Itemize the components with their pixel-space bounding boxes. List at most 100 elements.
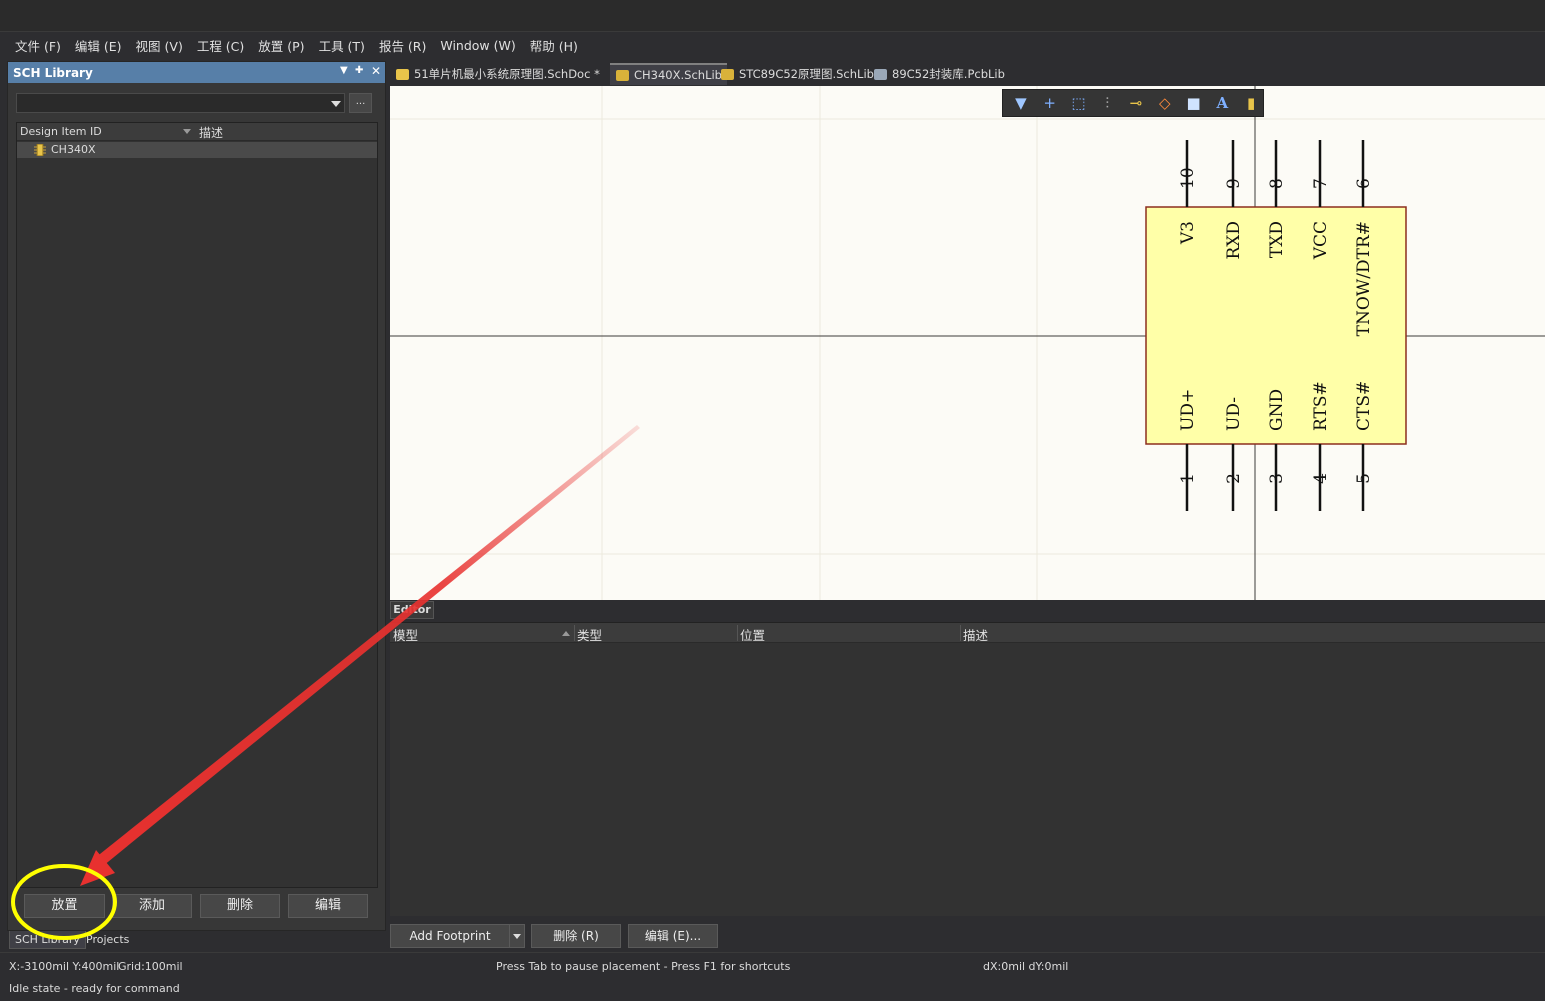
component-icon <box>34 144 46 156</box>
chevron-down-icon <box>513 934 521 939</box>
tab-label: 51单片机最小系统原理图.SchDoc * <box>414 67 600 81</box>
list-item[interactable]: CH340X <box>17 142 377 158</box>
column-location[interactable]: 位置 <box>740 625 765 644</box>
add-button[interactable]: 添加 <box>112 894 192 918</box>
column-model[interactable]: 模型 <box>393 625 418 644</box>
delete-footprint-button[interactable]: 删除 (R) <box>531 924 621 948</box>
menu-place[interactable]: 放置 (P) <box>251 36 311 55</box>
pin-icon[interactable]: ✚ <box>355 65 363 76</box>
schlib-icon <box>721 68 734 80</box>
filter-icon[interactable]: ▼ <box>1009 92 1033 114</box>
pin-number: 1 <box>1178 473 1198 484</box>
rect-icon[interactable]: ■ <box>1182 92 1206 114</box>
menu-bar: 文件 (F) 编辑 (E) 视图 (V) 工程 (C) 放置 (P) 工具 (T… <box>0 33 1545 57</box>
tab-pcblib[interactable]: 89C52封装库.PcbLib <box>868 63 1005 85</box>
menu-file[interactable]: 文件 (F) <box>8 36 68 55</box>
tab-stc89c52-schlib[interactable]: STC89C52原理图.SchLib <box>715 63 874 85</box>
edit-footprint-button[interactable]: 编辑 (E)... <box>628 924 718 948</box>
text-icon[interactable]: A <box>1210 92 1234 114</box>
pin-name: TXD <box>1267 221 1287 258</box>
pin-name: V3 <box>1178 221 1198 245</box>
cursor-delta: dX:0mil dY:0mil <box>983 960 1069 973</box>
pin-name: RXD <box>1224 221 1244 260</box>
pin-number: 2 <box>1224 473 1244 484</box>
filter-combo[interactable] <box>16 93 345 113</box>
editor-header: 模型 类型 位置 描述 <box>390 623 1545 643</box>
item-id: CH340X <box>51 143 96 156</box>
menu-reports[interactable]: 报告 (R) <box>372 36 433 55</box>
pin-number: 6 <box>1354 178 1374 189</box>
tab-label: CH340X.SchLib <box>634 68 722 82</box>
title-bar <box>0 0 1545 32</box>
schlib-icon <box>616 69 629 81</box>
pin-number: 5 <box>1354 473 1374 484</box>
tab-label: 89C52封装库.PcbLib <box>892 67 1005 81</box>
pin-name: UD+ <box>1178 389 1198 431</box>
schematic-canvas[interactable]: 10 V3 9 RXD 8 TXD 7 VCC 6 TNOW/DTR# 1 UD+ 2 UD- 3 GND 4 R… <box>390 86 1545 600</box>
pin-name: TNOW/DTR# <box>1354 221 1374 336</box>
pin-number: 9 <box>1224 178 1244 189</box>
idle-state: Idle state - ready for command <box>9 982 180 995</box>
chevron-down-icon <box>331 101 341 107</box>
cursor-coordinates: X:-3100mil Y:400mil <box>9 960 120 973</box>
status-message: Press Tab to pause placement - Press F1 … <box>496 960 791 973</box>
tab-projects[interactable]: Projects <box>81 931 134 949</box>
add-footprint-dropdown[interactable] <box>509 924 525 948</box>
sort-icon <box>183 129 191 134</box>
align-icon[interactable]: ⫶ <box>1095 92 1119 114</box>
column-separator <box>737 625 738 641</box>
edit-button[interactable]: 编辑 <box>288 894 368 918</box>
editor-panel: 模型 类型 位置 描述 <box>390 622 1545 916</box>
pin-number: 8 <box>1267 178 1287 189</box>
list-header: Design Item ID 描述 <box>17 123 377 141</box>
pin-number: 7 <box>1311 178 1331 189</box>
column-description[interactable]: 描述 <box>963 625 988 644</box>
menu-edit[interactable]: 编辑 (E) <box>68 36 129 55</box>
menu-window[interactable]: Window (W) <box>433 38 522 53</box>
panel-title: SCH Library <box>13 65 93 80</box>
panel-menu-icon[interactable]: ▼ <box>340 65 348 76</box>
fill-icon[interactable]: ◇ <box>1153 92 1177 114</box>
pcblib-icon <box>874 68 887 80</box>
pin-number: 10 <box>1178 167 1198 189</box>
schdoc-icon <box>396 68 409 80</box>
pin-icon[interactable]: ⊸ <box>1124 92 1148 114</box>
column-design-item-id[interactable]: Design Item ID <box>20 125 102 138</box>
tab-label: STC89C52原理图.SchLib <box>739 67 874 81</box>
schematic-drawing: 10 V3 9 RXD 8 TXD 7 VCC 6 TNOW/DTR# 1 UD+ 2 UD- 3 GND 4 R… <box>390 86 1545 600</box>
tab-sch-library[interactable]: SCH Library <box>9 931 86 949</box>
pin-name: VCC <box>1311 221 1331 260</box>
menu-tools[interactable]: 工具 (T) <box>312 36 372 55</box>
menu-help[interactable]: 帮助 (H) <box>523 36 585 55</box>
status-bar: X:-3100mil Y:400mil Grid:100mil Press Ta… <box>0 952 1545 1001</box>
pin-number: 3 <box>1267 473 1287 484</box>
column-description[interactable]: 描述 <box>199 124 223 141</box>
select-icon[interactable]: ⬚ <box>1067 92 1091 114</box>
tab-editor[interactable]: Editor <box>390 601 434 619</box>
pin-name: CTS# <box>1354 381 1374 431</box>
menu-project[interactable]: 工程 (C) <box>190 36 251 55</box>
tab-ch340x-schlib[interactable]: CH340X.SchLib <box>610 63 727 85</box>
place-button[interactable]: 放置 <box>24 894 105 918</box>
active-bar-toolbar: ▼ + ⬚ ⫶ ⊸ ◇ ■ A ▮ <box>1002 89 1264 117</box>
grid-size: Grid:100mil <box>118 960 183 973</box>
column-separator <box>960 625 961 641</box>
add-footprint-button[interactable]: Add Footprint <box>390 924 510 948</box>
sort-icon <box>562 631 570 636</box>
column-type[interactable]: 类型 <box>577 625 602 644</box>
panel-header: SCH Library ▼ ✚ ✕ <box>8 62 385 83</box>
component-icon[interactable]: ▮ <box>1239 92 1263 114</box>
pin-name: RTS# <box>1311 381 1331 431</box>
document-tabs: 51单片机最小系统原理图.SchDoc * CH340X.SchLib STC8… <box>388 61 1545 85</box>
editor-footer: Add Footprint 删除 (R) 编辑 (E)... <box>388 918 1545 950</box>
column-separator <box>574 625 575 641</box>
close-icon[interactable]: ✕ <box>371 64 381 78</box>
cross-icon[interactable]: + <box>1038 92 1062 114</box>
pin-name: GND <box>1267 389 1287 431</box>
sch-library-panel: SCH Library ▼ ✚ ✕ ... Design Item ID 描述 … <box>7 61 386 931</box>
component-list: Design Item ID 描述 CH340X <box>16 122 378 888</box>
browse-button[interactable]: ... <box>349 93 372 113</box>
menu-view[interactable]: 视图 (V) <box>129 36 190 55</box>
tab-schdoc[interactable]: 51单片机最小系统原理图.SchDoc * <box>390 63 600 85</box>
delete-button[interactable]: 删除 <box>200 894 280 918</box>
